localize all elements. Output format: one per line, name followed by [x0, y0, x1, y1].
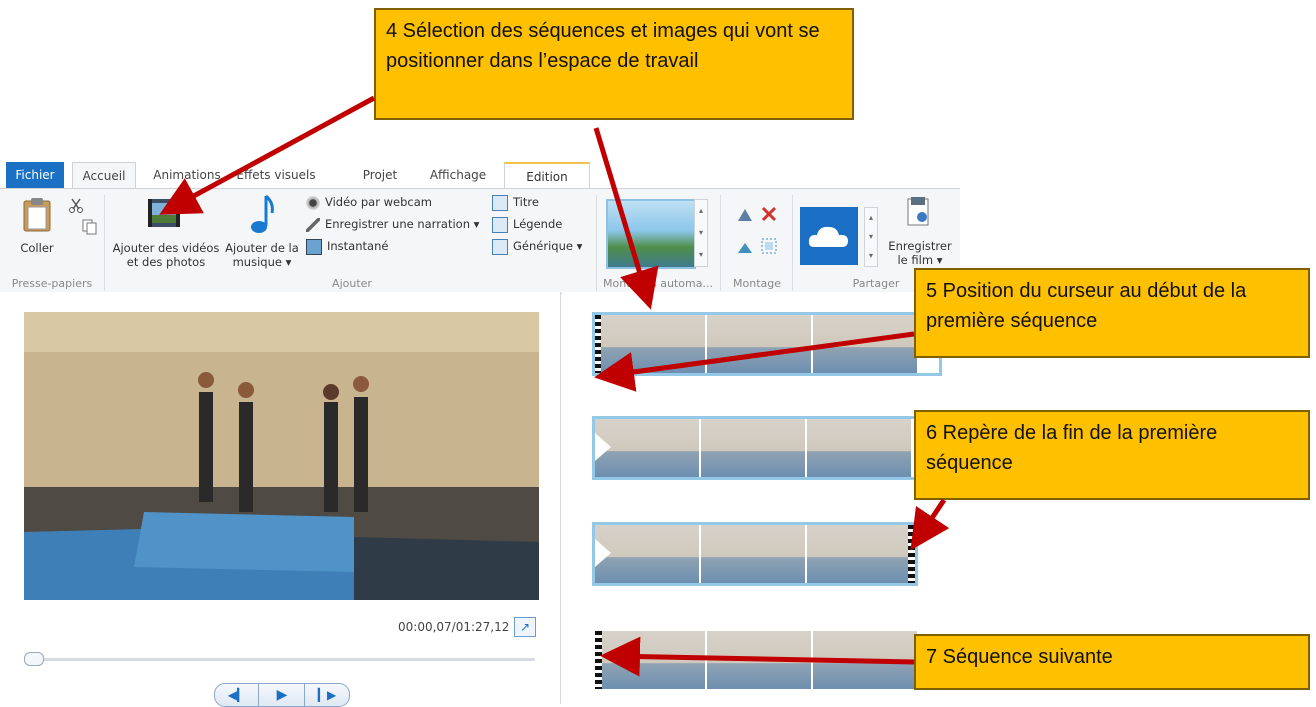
ribbon-tabs: Fichier Accueil Animations Effets visuel… — [0, 162, 960, 190]
copy-icon[interactable] — [82, 219, 98, 239]
group-label-automovie: Montages automa... — [603, 277, 713, 290]
add-video-icon[interactable] — [146, 195, 182, 235]
credits-icon — [492, 238, 508, 255]
clip-start-marker — [595, 631, 602, 689]
paste-button[interactable]: Coller — [12, 241, 62, 255]
tab-projet[interactable]: Projet — [352, 162, 408, 188]
clip-frame — [707, 315, 811, 373]
clip-frame — [807, 419, 911, 477]
tab-affichage[interactable]: Affichage — [418, 162, 498, 188]
clip-2[interactable] — [592, 416, 942, 480]
paste-icon[interactable] — [22, 197, 52, 233]
time-readout: 00:00,07/01:27,12 — [398, 620, 510, 634]
webcam-label: Vidéo par webcam — [325, 195, 432, 209]
remove-icon[interactable] — [760, 205, 778, 227]
automovie-theme-thumbnail[interactable] — [606, 199, 696, 269]
automovie-scroll[interactable]: ▴ ▾ ▾ — [694, 199, 708, 267]
transition-marker-icon — [595, 433, 611, 461]
clip-3[interactable] — [592, 522, 918, 586]
rotate-right-icon[interactable] — [736, 237, 754, 259]
add-music-label-text: musique — [232, 255, 282, 269]
add-music-label-line1: Ajouter de la — [225, 241, 299, 255]
add-music-button[interactable]: Ajouter de la musique ▾ — [224, 241, 300, 269]
save-movie-label-line1: Enregistrer — [888, 239, 952, 253]
title-label: Titre — [513, 195, 539, 209]
play-icon: ▶ — [276, 687, 288, 703]
group-label-montage: Montage — [733, 277, 781, 290]
snapshot-icon — [306, 238, 322, 255]
video-preview[interactable] — [24, 312, 539, 600]
webcam-button[interactable]: Vidéo par webcam — [306, 193, 432, 211]
previous-frame-icon: ◀▎ — [227, 688, 247, 702]
tab-animations[interactable]: Animations — [146, 162, 228, 188]
save-movie-button[interactable]: Enregistrer le film ▾ — [884, 239, 956, 267]
clip-frame — [813, 315, 917, 373]
select-all-icon[interactable] — [760, 237, 778, 259]
save-movie-label-text: le film — [897, 253, 934, 267]
add-videos-label-line1: Ajouter des vidéos — [112, 241, 220, 255]
onedrive-icon[interactable] — [800, 207, 858, 265]
seek-thumb[interactable] — [24, 652, 44, 666]
credits-label: Générique — [513, 239, 573, 253]
save-movie-icon[interactable] — [904, 195, 932, 233]
clip-frame — [601, 631, 705, 689]
clip-frame — [601, 315, 705, 373]
next-frame-icon: ▎▶ — [317, 688, 337, 702]
add-videos-photos-button[interactable]: Ajouter des vidéos et des photos — [110, 241, 222, 269]
callout-6: 6 Repère de la fin de la première séquen… — [914, 410, 1310, 500]
snapshot-label: Instantané — [327, 239, 389, 253]
add-videos-label-line2: et des photos — [126, 255, 206, 269]
callout-5: 5 Position du curseur au début de la pre… — [914, 268, 1310, 358]
tab-accueil[interactable]: Accueil — [72, 162, 136, 189]
caption-label: Légende — [513, 217, 563, 231]
rotate-left-icon[interactable] — [736, 205, 754, 227]
credits-button[interactable]: Générique ▾ — [492, 237, 582, 255]
play-button[interactable]: ▶ — [258, 683, 306, 707]
tab-fichier[interactable]: Fichier — [6, 162, 64, 188]
callout-4: 4 Sélection des séquences et images qui … — [374, 8, 854, 120]
caption-icon — [492, 216, 508, 233]
narration-label: Enregistrer une narration — [325, 217, 471, 231]
next-frame-button[interactable]: ▎▶ — [304, 683, 350, 707]
callout-7: 7 Séquence suivante — [914, 634, 1310, 690]
snapshot-button[interactable]: Instantané — [306, 237, 388, 255]
tab-edition[interactable]: Edition — [504, 162, 590, 190]
microphone-icon — [306, 217, 320, 232]
caption-button[interactable]: Légende — [492, 215, 562, 233]
separator — [104, 195, 105, 291]
ribbon: Coller Presse-papiers Ajouter des vidéos… — [0, 188, 960, 294]
clip-frame — [707, 631, 811, 689]
seek-bar[interactable] — [30, 658, 535, 661]
save-movie-label-line2: le film ▾ — [897, 253, 943, 267]
group-label-clipboard: Presse-papiers — [11, 277, 93, 290]
clip-end-marker — [908, 525, 915, 583]
title-button[interactable]: Titre — [492, 193, 539, 211]
share-scroll[interactable]: ▴ ▾ ▾ — [864, 207, 878, 267]
webcam-icon — [306, 195, 320, 210]
group-label-add: Ajouter — [332, 277, 372, 290]
playhead-cursor[interactable] — [595, 315, 601, 373]
separator — [720, 195, 721, 291]
cut-icon[interactable] — [68, 197, 84, 217]
title-icon — [492, 194, 508, 211]
clip-4[interactable] — [592, 628, 942, 692]
separator — [596, 195, 597, 291]
clip-frame — [701, 419, 805, 477]
clip-frame — [813, 631, 917, 689]
separator — [792, 195, 793, 291]
narration-button[interactable]: Enregistrer une narration ▾ — [306, 215, 479, 233]
previous-frame-button[interactable]: ◀▎ — [214, 683, 260, 707]
clip-frame — [807, 525, 911, 583]
clip-1[interactable] — [592, 312, 942, 376]
add-music-label-line2: musique ▾ — [232, 255, 292, 269]
clip-frame — [701, 525, 805, 583]
fullscreen-icon[interactable]: ↗ — [514, 617, 536, 637]
tab-effets-visuels[interactable]: Effets visuels — [224, 162, 328, 188]
video-frame — [24, 312, 539, 600]
transition-marker-icon — [595, 539, 611, 567]
music-note-icon[interactable] — [246, 193, 276, 239]
